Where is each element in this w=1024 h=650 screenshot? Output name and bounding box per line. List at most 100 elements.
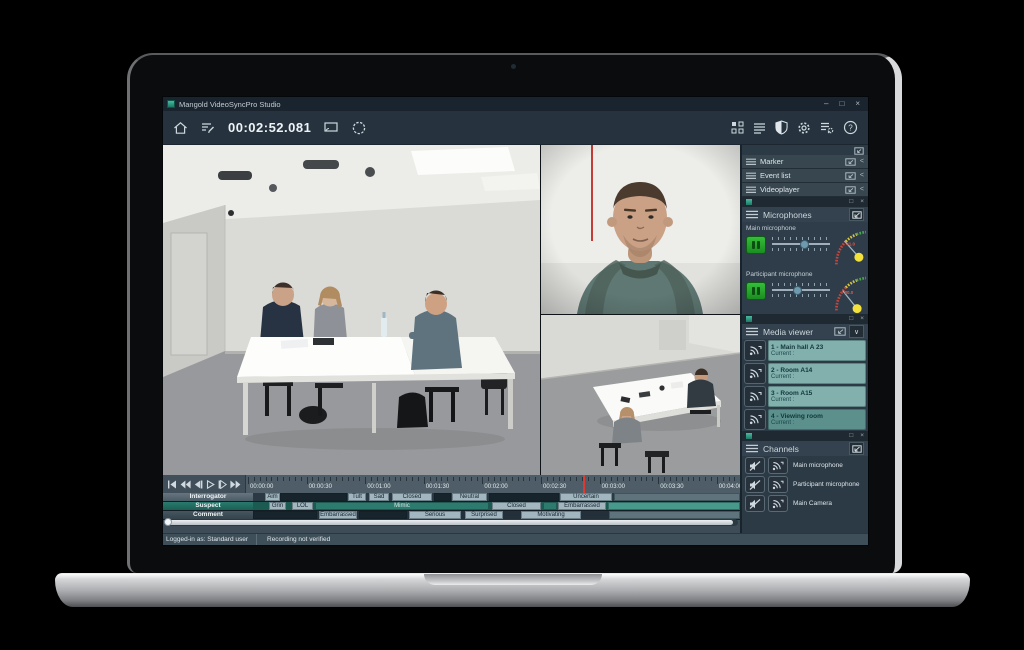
media-room-4[interactable]: 4 - Viewing room Current : bbox=[742, 408, 868, 431]
expand-chevron-icon[interactable]: ∨ bbox=[849, 325, 864, 338]
scrollbar-thumb[interactable] bbox=[166, 520, 733, 525]
timeline-segment[interactable]: Embarrassed bbox=[558, 502, 606, 510]
timeline-scrollbar[interactable] bbox=[165, 519, 738, 526]
panel-restore-button[interactable]: □ bbox=[849, 314, 853, 324]
record-toggle-button[interactable] bbox=[746, 282, 766, 300]
cast-display-icon[interactable] bbox=[324, 122, 338, 133]
panel-restore-button[interactable]: □ bbox=[849, 197, 853, 207]
dock-panel-marker[interactable]: Marker < bbox=[742, 155, 868, 169]
timeline-segment[interactable]: Closed bbox=[392, 493, 432, 501]
popout-icon[interactable] bbox=[845, 158, 856, 166]
record-toggle-button[interactable] bbox=[746, 236, 766, 254]
layout-grid-icon[interactable] bbox=[731, 121, 744, 134]
report-settings-icon[interactable] bbox=[820, 121, 834, 134]
muted-speaker-icon[interactable] bbox=[745, 495, 765, 512]
timeline-segment[interactable]: Embarrassed bbox=[319, 511, 357, 519]
timeline-segment[interactable]: Surprised bbox=[465, 511, 503, 519]
muted-speaker-icon[interactable] bbox=[745, 457, 765, 474]
timeline-segment[interactable]: Serious bbox=[409, 511, 461, 519]
minimize-button[interactable]: – bbox=[824, 97, 828, 111]
dock-panel-event-list[interactable]: Event list < bbox=[742, 169, 868, 183]
dock-back-icon[interactable] bbox=[849, 208, 864, 221]
playhead[interactable] bbox=[583, 475, 585, 493]
media-room-3[interactable]: 3 - Room A15 Current : bbox=[742, 385, 868, 408]
scrollbar-knob[interactable] bbox=[164, 518, 172, 526]
cast-icon[interactable] bbox=[768, 457, 788, 474]
timeline-segment[interactable] bbox=[609, 511, 740, 519]
panel-close-button[interactable]: × bbox=[860, 197, 864, 207]
panel-close-button[interactable]: × bbox=[860, 314, 864, 324]
home-icon[interactable] bbox=[173, 121, 188, 135]
cast-icon[interactable] bbox=[744, 409, 766, 430]
video-viewing-room[interactable] bbox=[541, 315, 740, 475]
step-forward-button[interactable] bbox=[218, 478, 229, 490]
sync-ring-icon[interactable] bbox=[351, 120, 367, 136]
timeline-segment[interactable] bbox=[608, 502, 740, 510]
media-room-info[interactable]: 2 - Room A14 Current : bbox=[768, 363, 866, 384]
media-room-info[interactable]: 1 - Main hall A 23 Current : bbox=[768, 340, 866, 361]
track-label[interactable]: Comment bbox=[163, 511, 253, 519]
cast-icon[interactable] bbox=[744, 363, 766, 384]
channel-main-camera[interactable]: Main Camera bbox=[742, 494, 868, 513]
timeline-segment[interactable]: LOL bbox=[292, 502, 313, 510]
timeline-segment[interactable]: Mimic bbox=[315, 502, 489, 510]
video-suspect-closeup[interactable] bbox=[541, 145, 740, 314]
timeline-segment[interactable] bbox=[280, 493, 347, 501]
channel-participant-microphone[interactable]: Participant microphone bbox=[742, 475, 868, 494]
dock-panel-videoplayer[interactable]: Videoplayer < bbox=[742, 183, 868, 197]
collapse-chevron[interactable]: < bbox=[860, 158, 864, 165]
timeline-segment[interactable] bbox=[543, 502, 557, 510]
muted-speaker-icon[interactable] bbox=[745, 476, 765, 493]
help-icon[interactable]: ? bbox=[843, 120, 858, 135]
step-back-button[interactable] bbox=[193, 478, 204, 490]
cast-icon[interactable] bbox=[768, 495, 788, 512]
fast-forward-button[interactable] bbox=[230, 478, 241, 490]
track-label[interactable]: Interrogator bbox=[163, 493, 253, 501]
cast-icon[interactable] bbox=[744, 340, 766, 361]
media-room-1[interactable]: 1 - Main hall A 23 Current : bbox=[742, 339, 868, 362]
collapse-chevron[interactable]: < bbox=[860, 186, 864, 193]
video-main-room[interactable] bbox=[163, 145, 540, 475]
track-label[interactable]: Suspect bbox=[163, 502, 253, 510]
menu-icon[interactable] bbox=[753, 122, 766, 134]
timeline-segment[interactable]: Sad bbox=[369, 493, 389, 501]
timeline-segment[interactable]: Closed bbox=[492, 502, 541, 510]
timeline-segment[interactable]: Tult bbox=[348, 493, 366, 501]
timeline-segment[interactable] bbox=[489, 493, 559, 501]
panel-close-button[interactable]: × bbox=[860, 431, 864, 441]
microphones-header[interactable]: Microphones bbox=[742, 207, 868, 222]
panel-restore-button[interactable]: □ bbox=[849, 431, 853, 441]
media-room-2[interactable]: 2 - Room A14 Current : bbox=[742, 362, 868, 385]
track-segments[interactable]: Grin LOLMimicClosed Embarrassed bbox=[253, 502, 740, 510]
timeline-segment[interactable]: Grin bbox=[269, 502, 286, 510]
dock-back-icon[interactable] bbox=[849, 442, 864, 455]
play-button[interactable] bbox=[205, 478, 216, 490]
media-room-info[interactable]: 3 - Room A15 Current : bbox=[768, 386, 866, 407]
collapse-chevron[interactable]: < bbox=[860, 172, 864, 179]
timeline-segment[interactable]: Uncertain bbox=[560, 493, 612, 501]
channels-header[interactable]: Channels bbox=[742, 441, 868, 456]
mic-volume-slider[interactable] bbox=[772, 283, 830, 297]
timeline-segment[interactable]: Aim bbox=[265, 493, 280, 501]
track-segments[interactable]: Aim TultSadClosed Neutral Uncertain bbox=[253, 493, 740, 501]
timeline-segment[interactable] bbox=[359, 511, 407, 519]
media-viewer-header[interactable]: Media viewer ∨ bbox=[742, 324, 868, 339]
fast-rewind-button[interactable] bbox=[180, 478, 191, 490]
maximize-button[interactable]: □ bbox=[839, 97, 844, 111]
shield-icon[interactable] bbox=[775, 120, 788, 135]
timeline-segment[interactable] bbox=[253, 511, 317, 519]
cast-icon[interactable] bbox=[768, 476, 788, 493]
timeline-segment[interactable] bbox=[434, 493, 451, 501]
timeline-segment[interactable]: Neutral bbox=[452, 493, 487, 501]
mic-volume-slider[interactable] bbox=[772, 237, 830, 251]
protocol-edit-icon[interactable] bbox=[201, 121, 215, 134]
skip-to-start-button[interactable] bbox=[167, 478, 178, 490]
timeline-ruler[interactable]: 00:00:0000:00:3000:01:0000:01:3000:02:00… bbox=[245, 475, 740, 493]
close-button[interactable]: × bbox=[855, 97, 860, 111]
popout-icon[interactable] bbox=[845, 186, 856, 194]
media-room-info[interactable]: 4 - Viewing room Current : bbox=[768, 409, 866, 430]
slider-thumb[interactable] bbox=[793, 286, 802, 295]
settings-gear-icon[interactable] bbox=[797, 121, 811, 135]
slider-thumb[interactable] bbox=[800, 240, 809, 249]
channel-main-microphone[interactable]: Main microphone bbox=[742, 456, 868, 475]
